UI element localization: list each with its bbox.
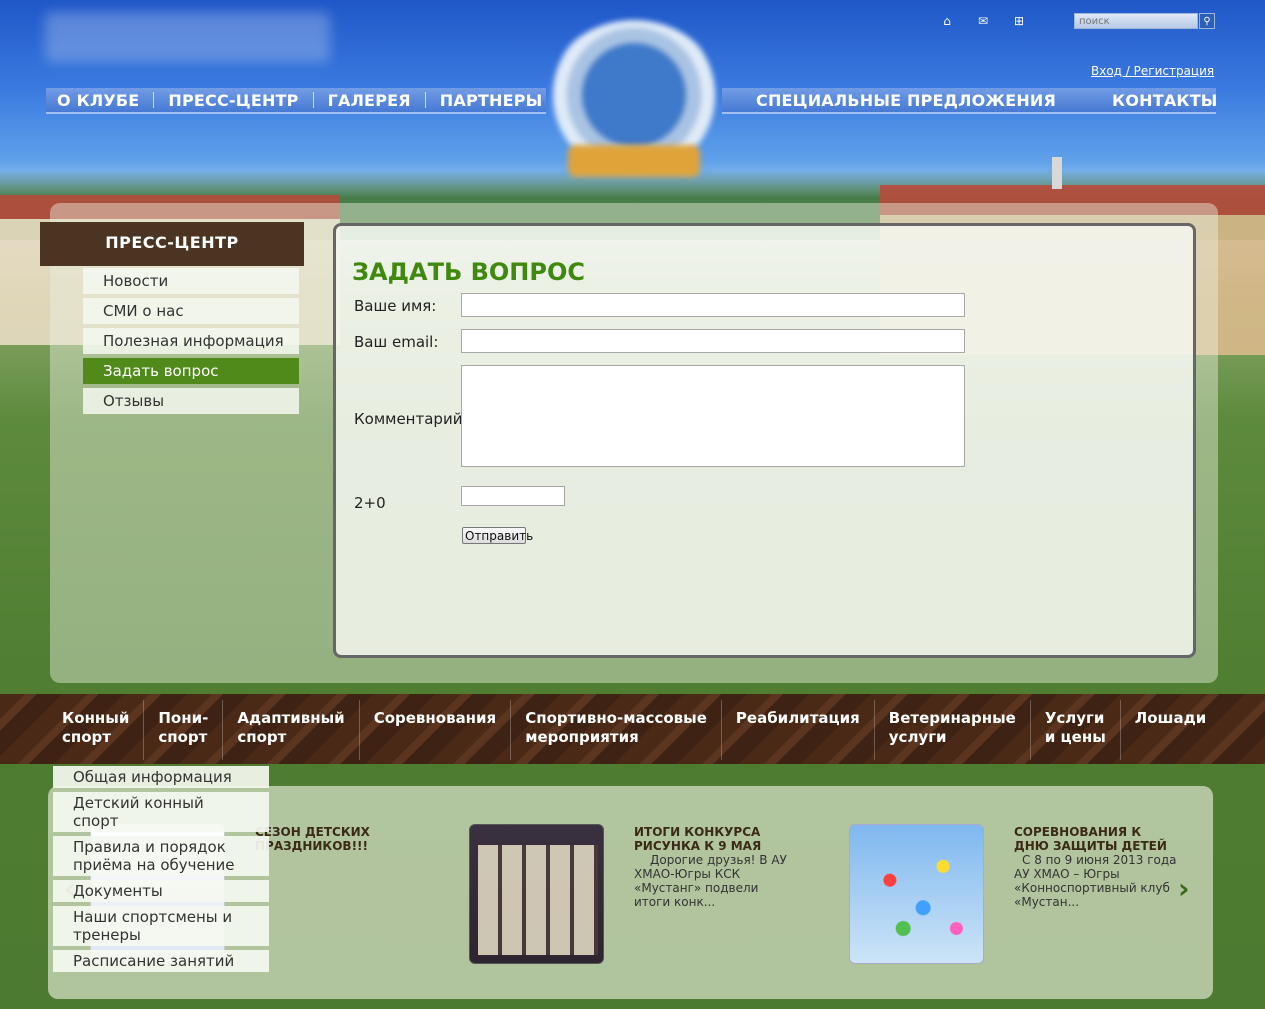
email-label: Ваш email: — [354, 333, 439, 351]
nav-item-gallery[interactable]: ГАЛЕРЕЯ — [328, 91, 411, 110]
submit-button[interactable]: Отправить — [462, 527, 533, 544]
top-icons: ⌂ ✉ ⊞ — [940, 14, 1026, 28]
top-nav-right: СПЕЦИАЛЬНЫЕ ПРЕДЛОЖЕНИЯ КОНТАКТЫ — [722, 88, 1218, 114]
nav-item-press-center[interactable]: ПРЕСС-ЦЕНТР — [168, 91, 298, 110]
bottom-nav-mass-events[interactable]: Спортивно-массовые мероприятия — [511, 700, 722, 760]
dropdown-item-documents[interactable]: Документы — [53, 880, 269, 902]
dropdown-item-admission-rules[interactable]: Правила и порядок приёма на обучение — [53, 836, 269, 876]
news-thumbnail[interactable] — [849, 824, 984, 964]
drawings-board — [478, 845, 598, 955]
nav-separator — [312, 92, 314, 108]
login-register-link[interactable]: Вход / Регистрация — [1091, 64, 1214, 78]
bottom-nav-services-prices[interactable]: Услуги и цены — [1031, 700, 1121, 760]
nav-item-about[interactable]: О КЛУБЕ — [57, 91, 139, 110]
dropdown-item-kids-horse-sport[interactable]: Детский конный спорт — [53, 792, 269, 832]
bottom-nav: Конный спорт Пони- спорт Адаптивный спор… — [40, 700, 1220, 760]
top-nav-left: О КЛУБЕ ПРЕСС-ЦЕНТР ГАЛЕРЕЯ ПАРТНЕРЫ — [46, 88, 546, 114]
sidebar-item-ask-question[interactable]: Задать вопрос — [83, 358, 299, 384]
nav-item-contacts[interactable]: КОНТАКТЫ — [1112, 91, 1218, 110]
dropdown-item-general-info[interactable]: Общая информация — [53, 766, 269, 788]
comment-label: Комментарий: — [354, 410, 468, 428]
nav-separator — [424, 92, 426, 108]
nav-item-special-offers[interactable]: СПЕЦИАЛЬНЫЕ ПРЕДЛОЖЕНИЯ — [756, 91, 1056, 110]
sidebar-item-useful-info[interactable]: Полезная информация — [83, 328, 299, 354]
sidebar-item-news[interactable]: Новости — [83, 268, 299, 294]
emblem-ribbon — [568, 145, 700, 177]
dropdown-item-schedule[interactable]: Расписание занятий — [53, 950, 269, 972]
club-emblem[interactable] — [548, 20, 720, 185]
search-input[interactable] — [1074, 13, 1198, 29]
bottom-nav-horses[interactable]: Лошади — [1121, 700, 1220, 760]
nav-separator — [153, 92, 155, 108]
page-title: ЗАДАТЬ ВОПРОС — [352, 258, 585, 286]
news-excerpt: Дорогие друзья! В АУ ХМАО-Югры КСК «Муст… — [634, 853, 787, 909]
sitemap-icon[interactable]: ⊞ — [1012, 14, 1026, 28]
home-icon[interactable]: ⌂ — [940, 14, 954, 28]
search-icon[interactable]: ⚲ — [1199, 13, 1215, 29]
background-chimney — [1052, 157, 1062, 189]
bottom-nav-adaptive-sport[interactable]: Адаптивный спорт — [223, 700, 360, 760]
email-field[interactable] — [461, 329, 965, 353]
bottom-nav-rehabilitation[interactable]: Реабилитация — [722, 700, 875, 760]
sidebar-title: ПРЕСС-ЦЕНТР — [40, 222, 304, 266]
bottom-nav-pony-sport[interactable]: Пони- спорт — [144, 700, 224, 760]
carousel-next-icon[interactable]: › — [1178, 872, 1190, 905]
news-thumbnail[interactable] — [469, 824, 604, 964]
nav-item-partners[interactable]: ПАРТНЕРЫ — [440, 91, 543, 110]
bottom-nav-horse-sport[interactable]: Конный спорт — [40, 700, 145, 760]
comment-textarea[interactable] — [461, 365, 965, 467]
sidebar-menu: Новости СМИ о нас Полезная информация За… — [83, 268, 299, 418]
bottom-nav-veterinary[interactable]: Ветеринарные услуги — [875, 700, 1031, 760]
news-title[interactable]: СЕЗОН ДЕТСКИХ ПРАЗДНИКОВ!!! — [255, 825, 405, 853]
horse-sport-dropdown: Общая информация Детский конный спорт Пр… — [53, 766, 269, 976]
mail-icon[interactable]: ✉ — [976, 14, 990, 28]
sidebar-item-media[interactable]: СМИ о нас — [83, 298, 299, 324]
news-title[interactable]: СОРЕВНОВАНИЯ К ДНЮ ЗАЩИТЫ ДЕТЕЙ — [1014, 825, 1179, 853]
news-title[interactable]: ИТОГИ КОНКУРСА РИСУНКА К 9 МАЯ — [634, 825, 794, 853]
news-excerpt: С 8 по 9 июня 2013 года АУ ХМАО – Югры «… — [1014, 853, 1177, 909]
name-field[interactable] — [461, 293, 965, 317]
site-logo-blurred[interactable] — [45, 12, 330, 62]
name-label: Ваше имя: — [354, 297, 437, 315]
sidebar-item-reviews[interactable]: Отзывы — [83, 388, 299, 414]
bottom-nav-competitions[interactable]: Соревнования — [360, 700, 512, 760]
dropdown-item-athletes-trainers[interactable]: Наши спортсмены и тренеры — [53, 906, 269, 946]
captcha-field[interactable] — [461, 486, 565, 506]
captcha-label: 2+0 — [354, 494, 386, 512]
